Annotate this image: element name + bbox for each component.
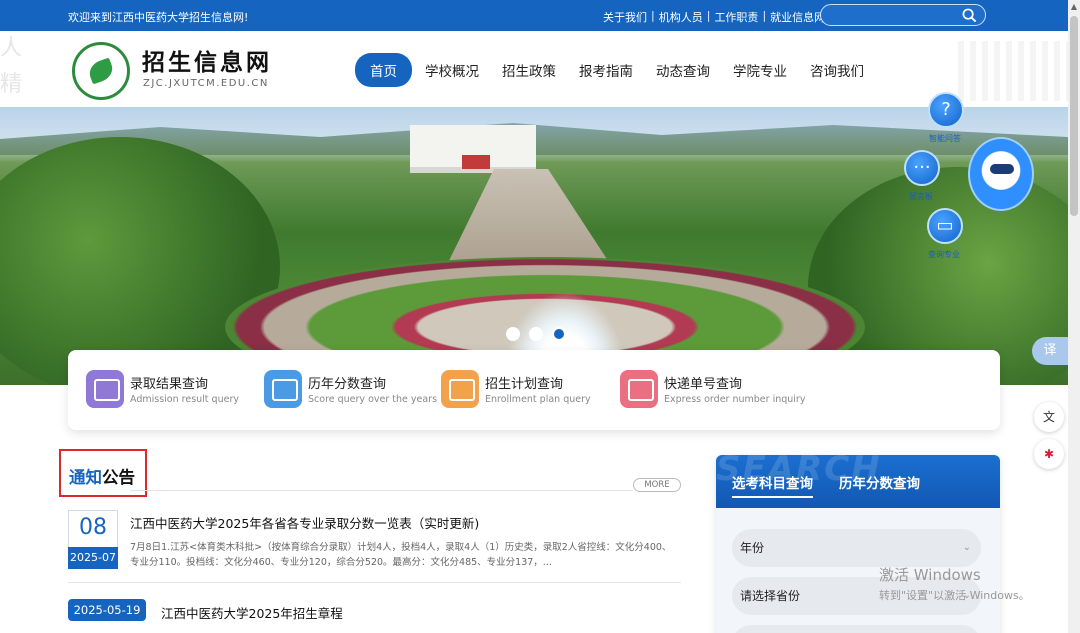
campus-banner[interactable]: [0, 107, 1068, 385]
news-date-badge: 2025-05-19: [68, 599, 146, 621]
tab-subject-query[interactable]: 选考科目查询: [732, 472, 813, 498]
tab-score-history[interactable]: 历年分数查询: [839, 472, 920, 492]
news-day: 08: [79, 515, 107, 540]
network-icon[interactable]: ✱: [1034, 439, 1064, 469]
query-historical-scores[interactable]: 历年分数查询 Score query over the years: [264, 370, 437, 408]
assistant-label-message: 留言板: [909, 192, 933, 201]
notice-title-b: 公告: [102, 468, 135, 487]
query-title: 快递单号查询: [664, 377, 743, 392]
query-admission-result[interactable]: 录取结果查询 Admission result query: [86, 370, 239, 408]
province-select[interactable]: 请选择省份 ⌄: [732, 577, 981, 615]
carousel-dots: [506, 327, 566, 341]
scroll-up-icon[interactable]: ▲: [1068, 0, 1080, 14]
main-nav: 首页 学校概况 招生政策 报考指南 动态查询 学院专业 咨询我们: [355, 53, 877, 87]
link-about-us[interactable]: 关于我们: [603, 9, 647, 25]
calendar-score-icon: [264, 370, 302, 408]
search-panel-header: SEARCH 选考科目查询 历年分数查询: [716, 455, 1000, 508]
nav-application-guide[interactable]: 报考指南: [569, 53, 643, 87]
quick-query-card: 录取结果查询 Admission result query 历年分数查询 Sco…: [68, 350, 1000, 430]
link-separator: |: [706, 9, 711, 22]
welcome-text: 欢迎来到江西中医药大学招生信息网!: [68, 11, 249, 24]
link-organization[interactable]: 机构人员: [659, 9, 703, 25]
site-title: 招生信息网: [142, 49, 272, 76]
query-title: 历年分数查询: [308, 377, 387, 392]
third-select[interactable]: [732, 625, 981, 633]
carousel-dot[interactable]: [506, 327, 520, 341]
news-title[interactable]: 江西中医药大学2025年招生章程: [161, 603, 343, 622]
university-logo[interactable]: [72, 42, 130, 100]
notice-title: 通知公告: [69, 464, 135, 488]
page-scrollbar[interactable]: ▲: [1068, 0, 1080, 633]
scrollbar-thumb[interactable]: [1070, 16, 1078, 216]
query-subtitle: Admission result query: [130, 394, 239, 405]
top-bar: 欢迎来到江西中医药大学招生信息网! 关于我们 | 机构人员 | 工作职责 | 就…: [0, 0, 1068, 31]
divider: [130, 490, 633, 491]
notice-title-a: 通知: [69, 468, 102, 487]
news-summary: 7月8日1.江苏<体育类木科批>（按体育综合分录取）计划4人，投档4人，录取4人…: [130, 542, 672, 568]
building-decoration: [958, 41, 1068, 101]
nav-status-query[interactable]: 动态查询: [646, 53, 720, 87]
assistant-label-qa: 智能问答: [929, 134, 961, 143]
nav-contact-us[interactable]: 咨询我们: [800, 53, 874, 87]
link-separator: |: [651, 9, 655, 22]
nav-admission-policy[interactable]: 招生政策: [492, 53, 566, 87]
query-subtitle: Enrollment plan query: [485, 394, 591, 405]
nav-school-overview[interactable]: 学校概况: [415, 53, 489, 87]
question-icon[interactable]: ?: [928, 92, 964, 128]
search-icon[interactable]: [962, 8, 977, 23]
query-enrollment-plan[interactable]: 招生计划查询 Enrollment plan query: [441, 370, 591, 408]
book-icon[interactable]: ▭: [927, 208, 963, 244]
more-button[interactable]: MORE: [633, 478, 681, 492]
link-duties[interactable]: 工作职责: [714, 9, 758, 25]
query-subtitle: Express order number inquiry: [664, 394, 806, 405]
query-title: 录取结果查询: [130, 377, 209, 392]
chevron-down-icon: ⌄: [962, 542, 971, 553]
date-box: 08 2025-07: [68, 510, 118, 569]
province-select-value: 请选择省份: [740, 589, 801, 603]
site-domain: ZJC.JXUTCM.EDU.CN: [143, 78, 269, 89]
link-employment[interactable]: 就业信息网: [770, 9, 825, 25]
nav-colleges-majors[interactable]: 学院专业: [723, 53, 797, 87]
year-select[interactable]: 年份 ⌄: [732, 529, 981, 567]
language-icon[interactable]: 文: [1034, 402, 1064, 432]
robot-assistant-icon[interactable]: [968, 137, 1034, 211]
enrollment-plan-icon: [441, 370, 479, 408]
translate-button[interactable]: 译: [1032, 337, 1068, 365]
top-links: 关于我们 | 机构人员 | 工作职责 | 就业信息网: [603, 9, 825, 25]
express-order-icon: [620, 370, 658, 408]
banner-building: [410, 125, 536, 173]
query-express-order[interactable]: 快递单号查询 Express order number inquiry: [620, 370, 805, 408]
calligraphy-decoration: 人精: [0, 36, 23, 97]
assistant-label-major: 查询专业: [928, 250, 960, 259]
admission-result-icon: [86, 370, 124, 408]
chevron-down-icon: ⌄: [962, 590, 971, 601]
news-item[interactable]: 08 2025-07 江西中医药大学2025年各省各专业录取分数一览表（实时更新…: [68, 510, 681, 583]
banner-trees-left: [0, 137, 280, 385]
nav-home[interactable]: 首页: [355, 53, 412, 87]
page: 欢迎来到江西中医药大学招生信息网! 关于我们 | 机构人员 | 工作职责 | 就…: [0, 0, 1080, 633]
search-panel: SEARCH 选考科目查询 历年分数查询 年份 ⌄ 请选择省份 ⌄: [716, 455, 1000, 633]
carousel-dot-active[interactable]: [552, 327, 566, 341]
link-separator: |: [762, 9, 767, 22]
carousel-dot[interactable]: [529, 327, 543, 341]
year-select-value: 年份: [740, 541, 765, 555]
news-title[interactable]: 江西中医药大学2025年各省各专业录取分数一览表（实时更新): [130, 513, 479, 532]
query-title: 招生计划查询: [485, 377, 564, 392]
site-search-input[interactable]: [820, 4, 986, 26]
query-subtitle: Score query over the years: [308, 394, 438, 405]
news-year-month: 2025-07: [68, 547, 118, 569]
chat-icon[interactable]: ···: [904, 150, 940, 186]
site-header: 人精 招生信息网 ZJC.JXUTCM.EDU.CN 首页 学校概况 招生政策 …: [0, 31, 1068, 107]
